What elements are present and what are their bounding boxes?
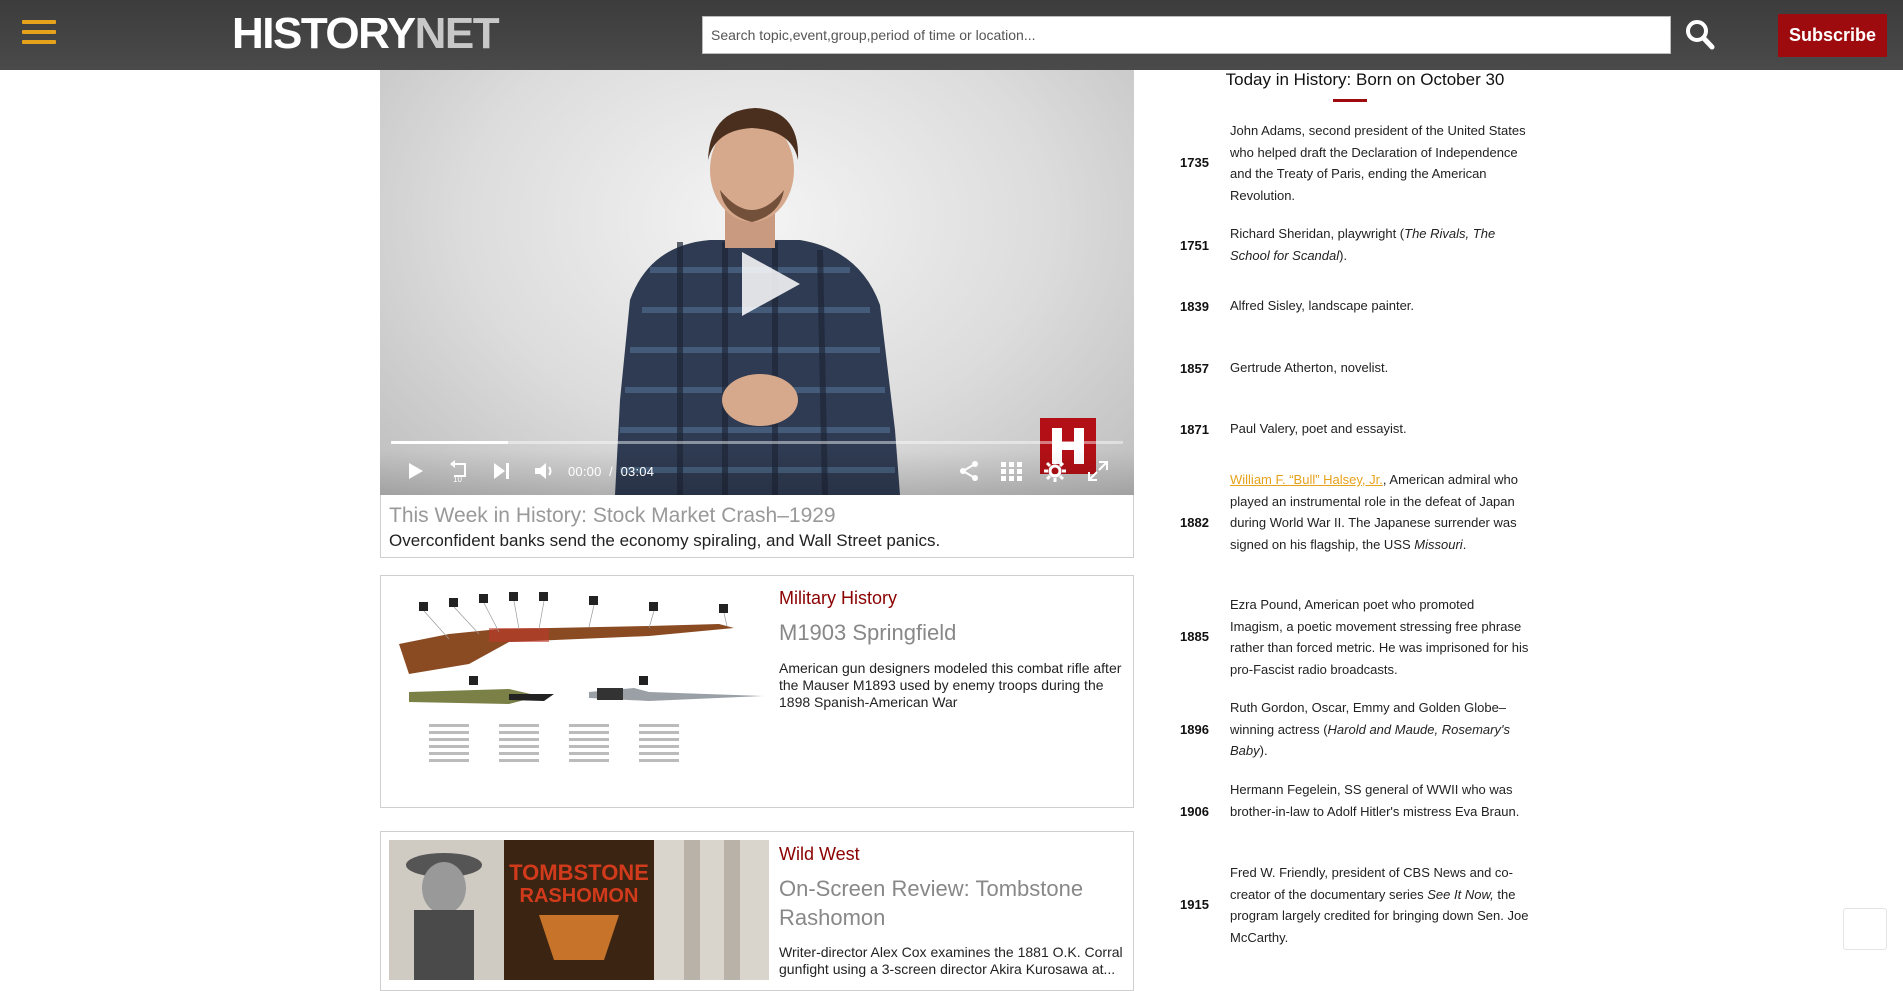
search-input[interactable] [702, 16, 1671, 54]
video-time: 00:00 / 03:04 [568, 464, 654, 479]
birth-year: 1839 [1180, 299, 1209, 314]
settings-gear-icon[interactable] [1042, 458, 1068, 484]
logo-history: HISTORY [232, 9, 416, 58]
menu-icon[interactable] [22, 18, 56, 46]
duration: 03:04 [620, 464, 655, 479]
title-underline [1333, 99, 1367, 102]
birth-year: 1882 [1180, 515, 1209, 530]
share-icon[interactable] [956, 458, 982, 484]
time-separator: / [609, 464, 613, 479]
birth-year: 1871 [1180, 422, 1209, 437]
birth-text: Paul Valery, poet and essayist. [1230, 421, 1407, 436]
card-description: American gun designers modeled this comb… [779, 660, 1122, 710]
tombstone-rashomon-image[interactable]: TOMBSTONE RASHOMON [389, 840, 769, 980]
logo-net: NET [414, 9, 500, 58]
next-icon[interactable] [488, 458, 514, 484]
birth-year: 1857 [1180, 361, 1209, 376]
play-icon[interactable] [402, 458, 428, 484]
birth-year: 1751 [1180, 238, 1209, 253]
birth-text: Hermann Fegelein, SS general of WWII who… [1230, 782, 1520, 819]
birth-year: 1915 [1180, 897, 1209, 912]
birth-text: William F. “Bull” Halsey, Jr., American … [1230, 472, 1519, 552]
birth-text: Richard Sheridan, playwright (The Rivals… [1230, 226, 1496, 263]
site-logo[interactable]: HISTORYNET [232, 9, 500, 58]
birth-text: Gertrude Atherton, novelist. [1230, 360, 1389, 375]
grid-icon[interactable] [998, 458, 1024, 484]
birth-text: John Adams, second president of the Unit… [1230, 123, 1526, 203]
card-category[interactable]: Wild West [779, 844, 860, 865]
svg-text:10: 10 [453, 475, 462, 484]
volume-icon[interactable] [531, 458, 557, 484]
today-in-history-title: Today in History: Born on October 30 [1225, 70, 1505, 89]
article-card[interactable]: Military History M1903 Springfield Ameri… [380, 575, 1134, 808]
article-card[interactable]: TOMBSTONE RASHOMON Wild West On-Screen R… [380, 831, 1134, 991]
site-header: HISTORYNET Subscribe [0, 0, 1903, 70]
svg-text:TOMBSTONE: TOMBSTONE [509, 860, 649, 885]
card-category[interactable]: Military History [779, 588, 897, 609]
birth-year: 1885 [1180, 629, 1209, 644]
rifle-diagram-image[interactable] [389, 584, 769, 784]
scroll-to-top-button[interactable] [1843, 908, 1887, 950]
video-player[interactable]: 10 00:00 / 03:04 [380, 70, 1134, 495]
video-caption: This Week in History: Stock Market Crash… [380, 495, 1134, 558]
birth-text: Fred W. Friendly, president of CBS News … [1230, 865, 1529, 945]
birth-text: Ezra Pound, American poet who promoted I… [1230, 597, 1529, 677]
play-overlay-icon[interactable] [734, 248, 806, 320]
video-controls: 10 00:00 / 03:04 [380, 450, 1134, 495]
birth-year: 1735 [1180, 155, 1209, 170]
halsey-link[interactable]: William F. “Bull” Halsey, Jr. [1230, 472, 1383, 487]
birth-text: Alfred Sisley, landscape painter. [1230, 298, 1415, 313]
card-title[interactable]: M1903 Springfield [779, 618, 1119, 647]
video-description: Overconfident banks send the economy spi… [389, 531, 941, 550]
birth-text: Ruth Gordon, Oscar, Emmy and Golden Glob… [1230, 700, 1510, 758]
search-icon[interactable] [1684, 18, 1716, 52]
birth-year: 1896 [1180, 722, 1209, 737]
current-time: 00:00 [568, 464, 602, 479]
rewind-10-icon[interactable]: 10 [445, 458, 471, 484]
video-progress-bar[interactable] [391, 441, 1123, 444]
card-title[interactable]: On-Screen Review: Tombstone Rashomon [779, 874, 1119, 932]
card-description: Writer-director Alex Cox examines the 18… [779, 944, 1123, 977]
svg-text:RASHOMON: RASHOMON [520, 885, 639, 907]
video-title[interactable]: This Week in History: Stock Market Crash… [389, 503, 1125, 529]
fullscreen-icon[interactable] [1085, 458, 1111, 484]
birth-year: 1906 [1180, 804, 1209, 819]
subscribe-button[interactable]: Subscribe [1778, 14, 1887, 57]
